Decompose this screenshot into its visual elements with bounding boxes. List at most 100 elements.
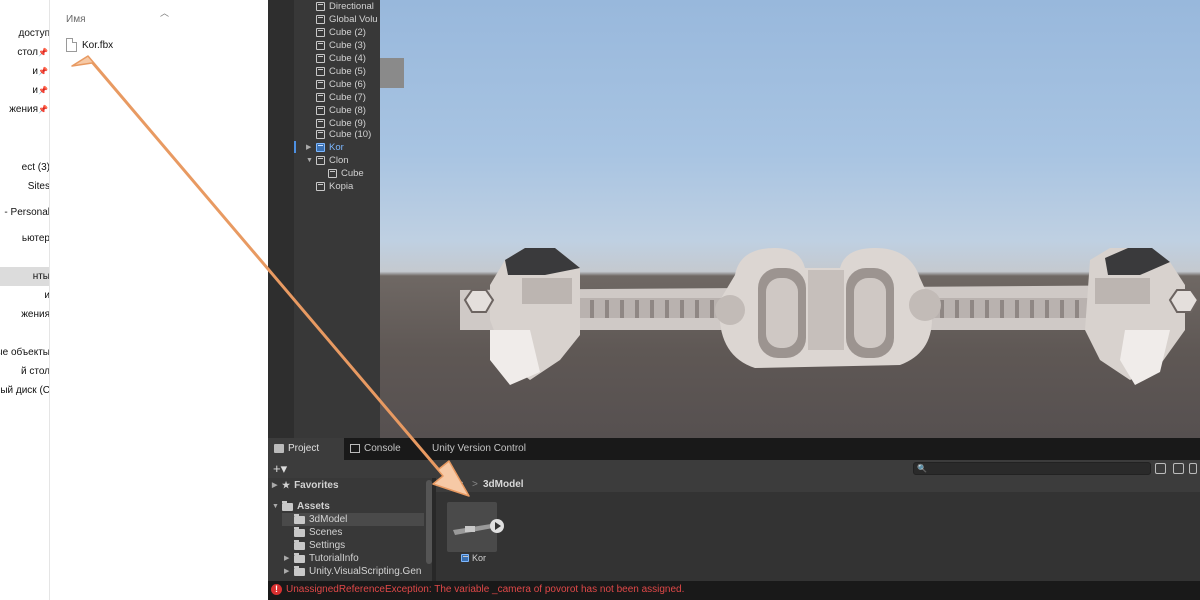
tree-item-label: Favorites	[294, 480, 339, 491]
tree-folder-tutorialinfo[interactable]: ▶ TutorialInfo	[284, 552, 359, 565]
gameobject-icon	[316, 119, 325, 128]
filter-by-type-icon[interactable]	[1155, 463, 1166, 474]
tree-folder-settings[interactable]: Settings	[294, 539, 345, 552]
tree-assets[interactable]: ▼ Assets	[272, 500, 330, 513]
tab-label: Console	[364, 443, 401, 454]
expand-arrow-icon[interactable]: ▶	[284, 565, 291, 578]
tree-scrollbar[interactable]	[426, 480, 432, 564]
nav-item-project[interactable]: ect (3)	[0, 158, 49, 177]
status-bar[interactable]: ! UnassignedReferenceException: The vari…	[268, 581, 1200, 600]
hierarchy-gutter	[268, 0, 294, 438]
pin-icon: 📌	[38, 67, 48, 76]
nav-item-this-pc[interactable]: ьютер	[0, 229, 50, 248]
hierarchy-item[interactable]: Directional	[316, 0, 374, 13]
folder-icon	[294, 539, 305, 550]
sort-arrow-icon[interactable]: ︿	[160, 6, 169, 19]
hierarchy-item[interactable]: Kopia	[316, 180, 353, 193]
hierarchy-item-label: Kor	[329, 142, 344, 153]
hierarchy-item[interactable]: Cube (3)	[316, 39, 366, 52]
tree-folder-3dmodel[interactable]: 3dModel	[282, 513, 424, 526]
visibility-icon[interactable]	[1189, 463, 1197, 474]
hierarchy-item[interactable]: Cube (6)	[316, 78, 366, 91]
hierarchy-item[interactable]: Cube (5)	[316, 65, 366, 78]
hierarchy-item-label: Cube (8)	[329, 105, 366, 116]
hierarchy-item[interactable]: ▼ Clon	[306, 154, 349, 167]
nav-item-label: ьютер	[21, 233, 50, 244]
nav-item-3d-objects[interactable]: ные объекты	[0, 343, 49, 362]
nav-item-label: ный диск (C	[0, 385, 50, 396]
tree-favorites[interactable]: ▶ ★ Favorites	[272, 479, 339, 492]
expand-arrow-icon[interactable]: ▶	[284, 552, 291, 565]
tree-item-label: TutorialInfo	[309, 553, 359, 564]
folder-icon	[294, 552, 305, 563]
tree-item-label: Assets	[297, 501, 330, 512]
column-header-name[interactable]: Имя	[66, 14, 85, 25]
hierarchy-item[interactable]: Cube (10)	[316, 128, 371, 141]
nav-item-desktop[interactable]: стол 📌	[0, 43, 49, 62]
tree-item-label: 3dModel	[309, 514, 348, 525]
hierarchy-item[interactable]: Cube (8)	[316, 104, 366, 117]
hierarchy-item[interactable]: Cube (7)	[316, 91, 366, 104]
file-name: Kor.fbx	[82, 39, 114, 51]
ship-right-pod	[1085, 248, 1200, 385]
project-search-input[interactable]: 🔍	[913, 462, 1151, 475]
nav-item-sites[interactable]: Sites	[0, 177, 49, 196]
expand-arrow-icon[interactable]: ▶	[306, 141, 313, 154]
nav-item-documents[interactable]: и 📌	[0, 81, 49, 100]
prefab-expand-button[interactable]	[490, 519, 504, 533]
error-message[interactable]: UnassignedReferenceException: The variab…	[286, 584, 684, 595]
gameobject-icon	[316, 15, 325, 24]
scene-view[interactable]	[380, 0, 1200, 438]
filter-by-label-icon[interactable]	[1173, 463, 1184, 474]
project-assets-view: ssets > 3dModel Kor	[436, 478, 1200, 581]
spaceship-model-render	[380, 58, 1200, 385]
nav-item-downloads-pc[interactable]: и	[0, 286, 49, 305]
hierarchy-item[interactable]: Global Volu	[316, 13, 378, 26]
asset-name[interactable]: Kor	[461, 553, 486, 563]
hierarchy-item[interactable]: Cube (4)	[316, 52, 366, 65]
explorer-file-list: ︿ Имя Kor.fbx	[50, 0, 268, 600]
hierarchy-item-label: Clon	[329, 155, 349, 166]
tree-folder-visualscripting[interactable]: ▶ Unity.VisualScripting.Gen	[284, 565, 421, 578]
breadcrumb-3dmodel[interactable]: 3dModel	[483, 478, 524, 492]
breadcrumb-assets[interactable]: ssets	[440, 478, 463, 492]
tab-label: Project	[288, 443, 320, 454]
prefab-icon	[316, 143, 325, 152]
collapse-arrow-icon[interactable]: ▼	[272, 500, 279, 513]
nav-item-pictures-pc[interactable]: жения	[0, 305, 49, 324]
folder-icon	[294, 565, 305, 576]
hierarchy-item[interactable]: Cube (2)	[316, 26, 366, 39]
tree-folder-scenes[interactable]: Scenes	[294, 526, 342, 539]
hierarchy-item[interactable]: Cube	[328, 167, 364, 180]
hierarchy-item-label: Global Volu	[329, 14, 378, 25]
hierarchy-item-label: Cube (7)	[329, 92, 366, 103]
tab-project[interactable]: Project	[268, 438, 344, 460]
nav-item-documents-pc[interactable]: нты	[0, 267, 50, 286]
gameobject-icon	[316, 80, 325, 89]
pin-icon: 📌	[38, 48, 48, 57]
nav-item-downloads[interactable]: и 📌	[0, 62, 49, 81]
nav-item-label: й стол	[20, 366, 50, 377]
tab-unity-version-control[interactable]: Unity Version Control	[412, 438, 562, 460]
tree-item-label: Scenes	[309, 527, 343, 538]
nav-item-desktop-pc[interactable]: й стол	[0, 362, 50, 381]
collapse-arrow-icon[interactable]: ▼	[306, 154, 313, 167]
nav-item-label: нты	[32, 271, 50, 282]
project-toolbar: +▾ 🔍	[268, 460, 1200, 478]
expand-arrow-icon[interactable]: ▶	[272, 479, 279, 492]
nav-item-pictures[interactable]: жения 📌	[0, 100, 49, 119]
nav-item-label: жения	[9, 104, 38, 115]
tab-label: Unity Version Control	[432, 443, 526, 454]
hierarchy-item-label: Cube	[341, 168, 364, 179]
nav-item-onedrive-personal[interactable]: - Personal	[0, 203, 49, 222]
file-item[interactable]: Kor.fbx	[66, 36, 113, 54]
scene-block	[380, 58, 404, 88]
add-asset-button[interactable]: +▾	[273, 461, 287, 477]
hierarchy-item-label: Cube (2)	[329, 27, 366, 38]
hierarchy-item-label: Cube (10)	[329, 129, 372, 140]
nav-item-quick-access[interactable]: доступ	[0, 24, 49, 43]
nav-item-local-disk[interactable]: ный диск (C	[0, 381, 50, 400]
gameobject-icon	[316, 93, 325, 102]
pin-icon: 📌	[38, 105, 48, 114]
hierarchy-item-prefab[interactable]: ▶ Kor	[306, 141, 344, 154]
